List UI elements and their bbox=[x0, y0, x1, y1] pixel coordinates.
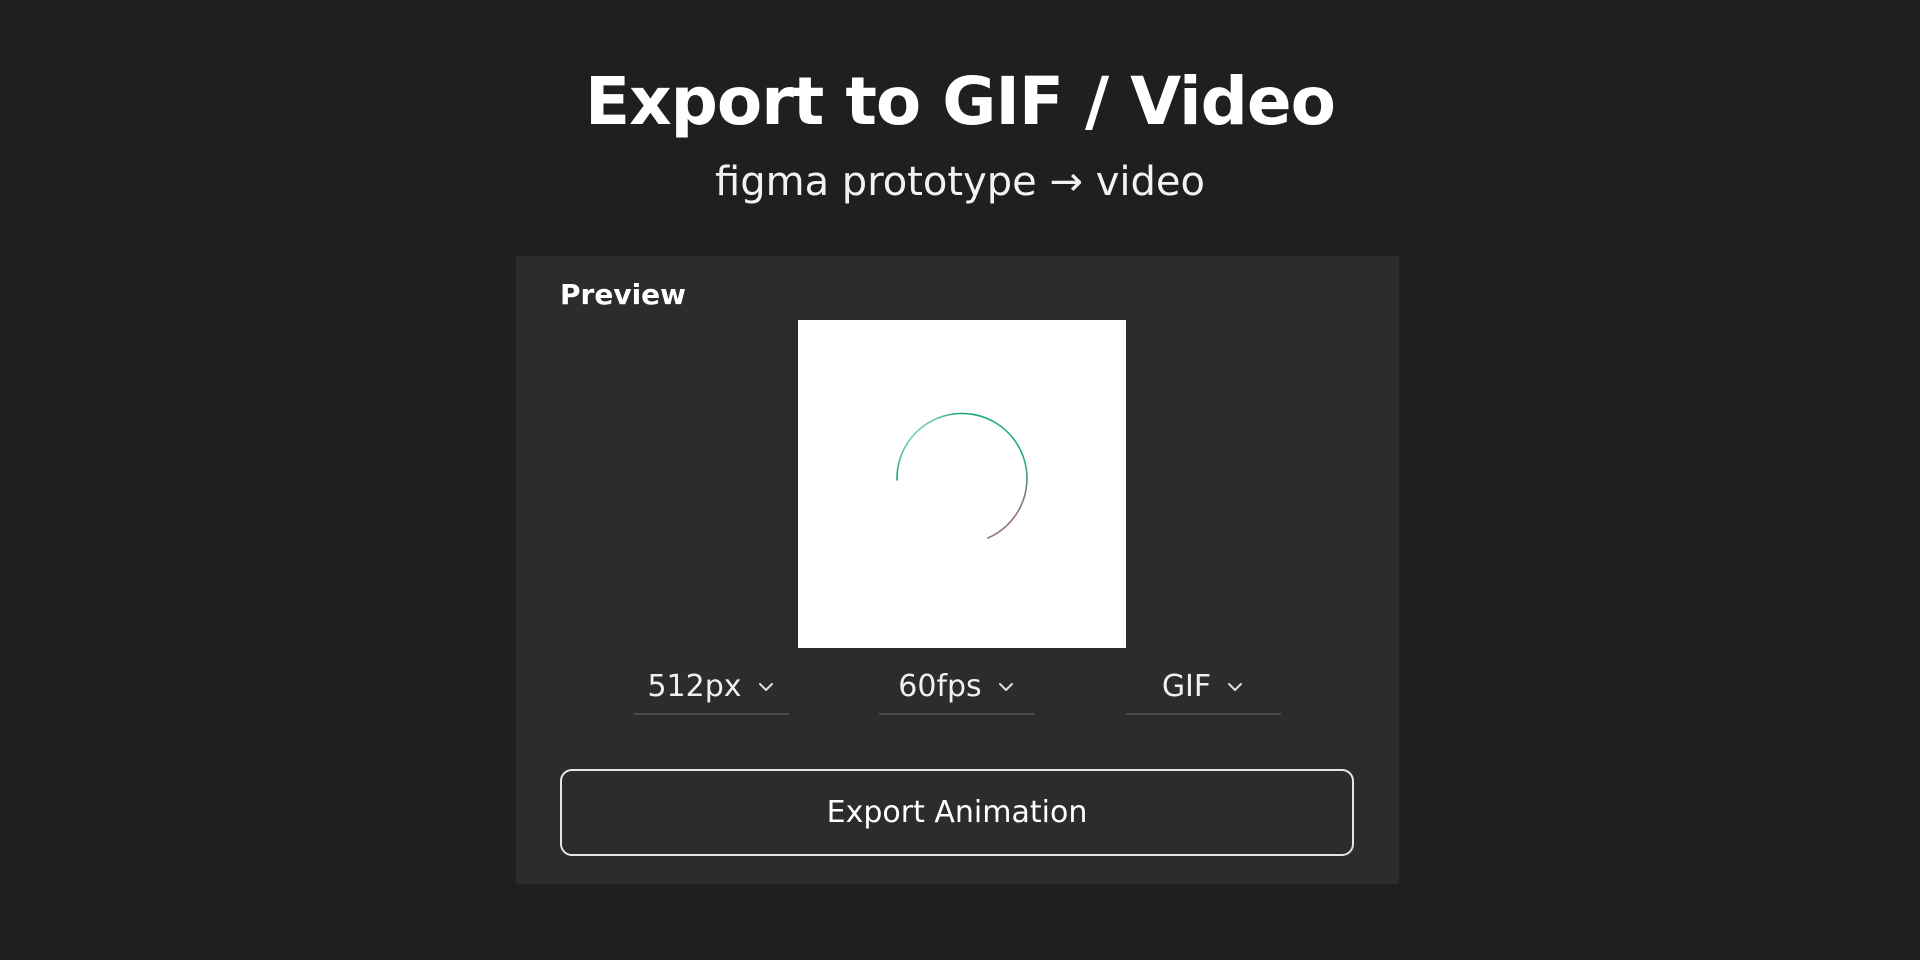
format-select[interactable]: GIF bbox=[1126, 661, 1281, 715]
format-select-value: GIF bbox=[1161, 669, 1212, 704]
chevron-down-icon bbox=[758, 683, 773, 691]
spinner-arc bbox=[896, 412, 1028, 539]
chevron-down-icon bbox=[998, 683, 1013, 691]
size-select[interactable]: 512px bbox=[634, 661, 789, 715]
export-page: Export to GIF / Video figma prototype → … bbox=[0, 0, 1920, 960]
export-animation-button[interactable]: Export Animation bbox=[560, 769, 1354, 856]
export-panel: Preview 512px 60fps GIF Export Animation bbox=[516, 256, 1399, 884]
page-subtitle: figma prototype → video bbox=[715, 159, 1205, 205]
preview-canvas bbox=[798, 320, 1126, 648]
page-title: Export to GIF / Video bbox=[585, 63, 1336, 140]
size-select-value: 512px bbox=[647, 669, 742, 704]
fps-select-value: 60fps bbox=[898, 669, 982, 704]
fps-select[interactable]: 60fps bbox=[879, 661, 1035, 715]
loading-spinner-icon bbox=[896, 412, 1028, 539]
chevron-down-icon bbox=[1228, 683, 1243, 691]
preview-label: Preview bbox=[560, 278, 687, 311]
